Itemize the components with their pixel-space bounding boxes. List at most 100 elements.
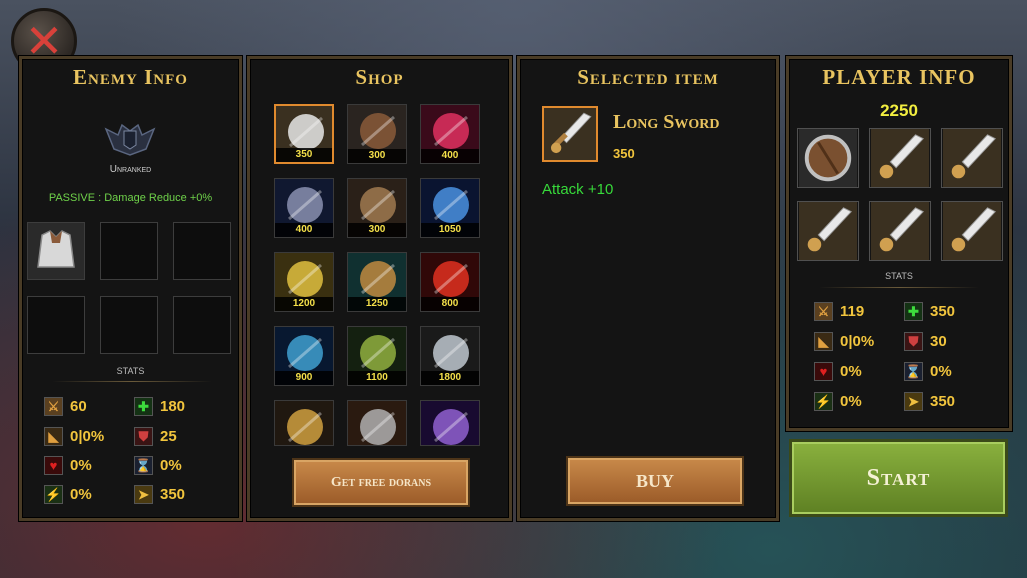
attack-icon: ⚔ [44, 397, 63, 416]
scythe-icon [275, 401, 333, 445]
enemy-item-slot-2[interactable] [100, 222, 158, 280]
sword-icon [871, 129, 929, 187]
enemy-item-slot-6[interactable] [173, 296, 231, 354]
shop-item-sword[interactable]: 350 [274, 104, 334, 164]
item-price: 350 [276, 148, 332, 162]
enemy-stat-crit: ◣ 0|0% [44, 427, 104, 446]
player-stat-attack: ⚔ 119 [814, 302, 864, 321]
shop-panel: Shop 350 300 400 400 300 1050 1200 1250 800 900 11… [247, 56, 512, 521]
passive-text: PASSIVE : Damage Reduce +0% [48, 192, 213, 204]
selected-item-image [542, 106, 598, 162]
shop-item-gem[interactable]: 400 [420, 104, 480, 164]
enemy-stat-attack: ⚔ 60 [44, 397, 87, 416]
crit-icon: ◣ [44, 427, 63, 446]
enemy-stats-label: STATS [116, 366, 145, 376]
player-stat-lifesteal: ♥ 0% [814, 362, 862, 381]
attack-icon: ⚔ [814, 302, 833, 321]
player-item-slot-3[interactable] [941, 128, 1003, 188]
hourglass-icon: ⌛ [904, 362, 923, 381]
selected-item-effect: Attack +10 [542, 181, 614, 198]
sword-icon [943, 129, 1001, 187]
player-item-slot-6[interactable] [941, 201, 1003, 261]
enemy-stat-cooldown: ⌛ 0% [134, 456, 182, 475]
enemy-stat-lifesteal: ♥ 0% [44, 456, 92, 475]
enemy-stat-armor: ⛊ 25 [134, 427, 177, 446]
shop-item-shield[interactable]: 1250 [347, 252, 407, 312]
item-price: 300 [348, 149, 406, 163]
buy-button[interactable]: BUY [566, 456, 744, 506]
sword-icon [871, 202, 929, 260]
shop-item-scythe[interactable] [274, 400, 334, 446]
player-item-slot-1[interactable] [797, 128, 859, 188]
player-info-title: PLAYER INFO [822, 65, 976, 89]
shop-item-blade[interactable] [420, 400, 480, 446]
boots-icon: ➤ [904, 392, 923, 411]
gold-amount: 2250 [880, 101, 918, 120]
armor-icon: ⛊ [904, 332, 923, 351]
item-price: 400 [275, 223, 333, 237]
enemy-info-title: Enemy Info [73, 65, 188, 89]
item-price: 400 [421, 149, 479, 163]
divider [819, 287, 979, 288]
item-price: 1050 [421, 223, 479, 237]
shop-item-helm[interactable]: 1200 [274, 252, 334, 312]
crit-icon: ◣ [814, 332, 833, 351]
player-item-slot-5[interactable] [869, 201, 931, 261]
item-price: 1200 [275, 297, 333, 311]
attack-speed-icon: ⚡ [814, 392, 833, 411]
enemy-stat-attack-speed: ⚡ 0% [44, 485, 92, 504]
get-free-dorans-button[interactable]: Get free dorans [292, 458, 470, 507]
shield-icon [799, 129, 857, 187]
shop-item-staff[interactable]: 1050 [420, 178, 480, 238]
lifesteal-icon: ♥ [814, 362, 833, 381]
rank-label: Unranked [109, 164, 152, 175]
health-icon: ✚ [134, 397, 153, 416]
player-stat-move-speed: ➤ 350 [904, 392, 955, 411]
shop-item-chest[interactable]: 300 [347, 104, 407, 164]
shop-item-bow[interactable]: 1100 [347, 326, 407, 386]
player-stat-cooldown: ⌛ 0% [904, 362, 952, 381]
armor-icon: ⛊ [134, 427, 153, 446]
player-stat-crit: ◣ 0|0% [814, 332, 874, 351]
shop-title: Shop [355, 65, 404, 89]
selected-item-panel: Selected item Long Sword 350 Attack +10 … [517, 56, 779, 521]
player-stat-armor: ⛊ 30 [904, 332, 947, 351]
shop-item-gauntlet[interactable]: 400 [274, 178, 334, 238]
shop-item-anvil[interactable]: 1800 [420, 326, 480, 386]
shop-item-boots[interactable]: 300 [347, 178, 407, 238]
attack-speed-icon: ⚡ [44, 485, 63, 504]
item-price: 800 [421, 297, 479, 311]
player-item-slot-4[interactable] [797, 201, 859, 261]
player-item-slot-2[interactable] [869, 128, 931, 188]
divider [52, 381, 212, 382]
enemy-item-slot-5[interactable] [100, 296, 158, 354]
sword-icon [544, 108, 596, 160]
hammer-icon [348, 401, 406, 445]
boots-icon: ➤ [134, 485, 153, 504]
shop-item-orb[interactable]: 800 [420, 252, 480, 312]
vest-icon [28, 223, 84, 279]
sword-icon [799, 202, 857, 260]
health-icon: ✚ [904, 302, 923, 321]
selected-item-name: Long Sword [613, 111, 720, 133]
player-info-panel: PLAYER INFO 2250 STATS ⚔ 119 ✚ 350 ◣ 0|0% ⛊… [786, 56, 1012, 431]
rank-emblem-icon [104, 123, 156, 156]
player-stat-attack-speed: ⚡ 0% [814, 392, 862, 411]
selected-item-title: Selected item [577, 65, 719, 89]
blade-icon [421, 401, 479, 445]
shop-item-tome[interactable]: 900 [274, 326, 334, 386]
shop-item-hammer[interactable] [347, 400, 407, 446]
lifesteal-icon: ♥ [44, 456, 63, 475]
item-price: 1100 [348, 371, 406, 385]
selected-item-price: 350 [613, 146, 635, 161]
enemy-item-slot-1[interactable] [27, 222, 85, 280]
start-button[interactable]: Start [789, 439, 1008, 517]
enemy-item-slot-4[interactable] [27, 296, 85, 354]
item-price: 300 [348, 223, 406, 237]
hourglass-icon: ⌛ [134, 456, 153, 475]
item-price: 1800 [421, 371, 479, 385]
enemy-stat-health: ✚ 180 [134, 397, 185, 416]
sword-icon [943, 202, 1001, 260]
player-stats-label: STATS [885, 271, 913, 281]
enemy-item-slot-3[interactable] [173, 222, 231, 280]
